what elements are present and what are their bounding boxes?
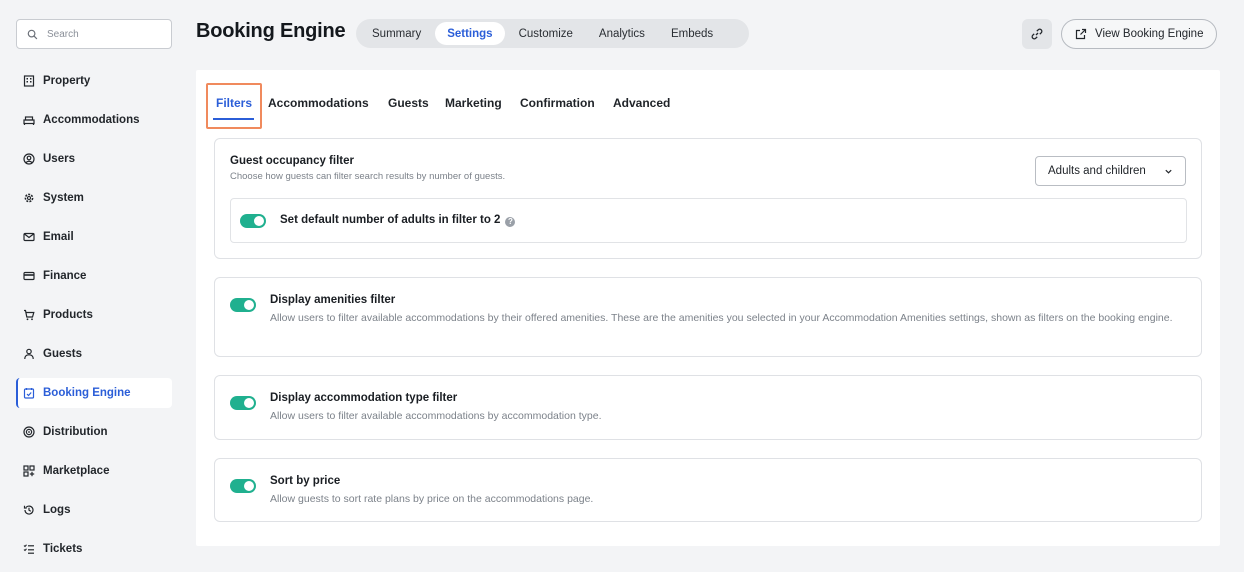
sidebar-item-label: Users <box>43 153 75 165</box>
sidebar-item-label: System <box>43 192 84 204</box>
tab-analytics[interactable]: Analytics <box>587 22 657 45</box>
chevron-down-icon <box>1165 169 1172 174</box>
sidebar-item-accommodations[interactable]: Accommodations <box>16 105 172 135</box>
subtab-accommodations[interactable]: Accommodations <box>268 96 369 110</box>
sidebar-item-property[interactable]: Property <box>16 66 172 96</box>
envelope-icon <box>22 231 35 244</box>
guest-occupancy-title: Guest occupancy filter <box>230 155 354 167</box>
sort-by-price-card: Sort by price Allow guests to sort rate … <box>214 458 1202 522</box>
subtab-confirmation[interactable]: Confirmation <box>520 96 595 110</box>
sidebar-item-distribution[interactable]: Distribution <box>16 417 172 447</box>
sort-by-price-desc: Allow guests to sort rate plans by price… <box>270 493 594 505</box>
sidebar-item-label: Accommodations <box>43 114 140 126</box>
tab-summary[interactable]: Summary <box>360 22 433 45</box>
calendar-check-icon <box>22 387 35 400</box>
occupancy-filter-dropdown[interactable]: Adults and children <box>1035 156 1186 186</box>
sort-by-price-toggle[interactable] <box>230 479 256 493</box>
settings-panel: Filters Accommodations Guests Marketing … <box>196 70 1220 546</box>
tab-customize[interactable]: Customize <box>507 22 585 45</box>
person-icon <box>22 348 35 361</box>
guest-occupancy-desc: Choose how guests can filter search resu… <box>230 171 506 182</box>
history-icon <box>22 504 35 517</box>
external-link-icon <box>1075 28 1087 40</box>
sort-by-price-title: Sort by price <box>270 475 341 487</box>
sidebar-item-system[interactable]: System <box>16 183 172 213</box>
subtab-filters[interactable]: Filters <box>216 96 252 110</box>
user-circle-icon <box>22 153 35 166</box>
sidebar-item-label: Email <box>43 231 74 243</box>
default-adults-toggle[interactable] <box>240 214 266 228</box>
credit-card-icon <box>22 270 35 283</box>
view-booking-engine-button[interactable]: View Booking Engine <box>1061 19 1217 49</box>
radar-icon <box>22 426 35 439</box>
accommodation-type-filter-toggle[interactable] <box>230 396 256 410</box>
sidebar-item-label: Marketplace <box>43 465 110 477</box>
sidebar-item-label: Property <box>43 75 91 87</box>
sidebar-item-label: Tickets <box>43 543 83 555</box>
default-adults-label-row: Set default number of adults in filter t… <box>280 214 516 227</box>
sidebar-item-label: Booking Engine <box>43 387 131 399</box>
tab-settings[interactable]: Settings <box>435 22 505 45</box>
search-input[interactable]: Search <box>16 19 172 49</box>
sidebar-item-logs[interactable]: Logs <box>16 495 172 525</box>
guest-occupancy-card: Guest occupancy filter Choose how guests… <box>214 138 1202 259</box>
active-subtab-underline <box>213 118 254 120</box>
accommodation-type-filter-title: Display accommodation type filter <box>270 392 458 404</box>
sidebar-item-label: Logs <box>43 504 71 516</box>
bed-icon <box>22 114 35 127</box>
copy-link-button[interactable] <box>1022 19 1052 49</box>
accommodation-type-filter-card: Display accommodation type filter Allow … <box>214 375 1202 440</box>
search-icon <box>27 29 38 39</box>
gear-icon <box>22 192 35 205</box>
sidebar-item-label: Finance <box>43 270 87 282</box>
sidebar-item-users[interactable]: Users <box>16 144 172 174</box>
sidebar: Search Property Accommodations Users Sys… <box>0 0 186 572</box>
accommodation-type-filter-desc: Allow users to filter available accommod… <box>270 410 602 422</box>
top-tabs: Summary Settings Customize Analytics Emb… <box>356 19 749 48</box>
sidebar-item-email[interactable]: Email <box>16 222 172 252</box>
subtab-marketing[interactable]: Marketing <box>445 96 502 110</box>
sidebar-item-tickets[interactable]: Tickets <box>16 534 172 564</box>
sidebar-item-label: Guests <box>43 348 82 360</box>
sidebar-item-guests[interactable]: Guests <box>16 339 172 369</box>
settings-subtabs: Filters Accommodations Guests Marketing … <box>196 70 1220 130</box>
subtab-guests[interactable]: Guests <box>388 96 429 110</box>
search-placeholder: Search <box>47 28 79 40</box>
view-booking-engine-label: View Booking Engine <box>1095 28 1204 40</box>
cart-icon <box>22 309 35 322</box>
amenities-filter-desc: Allow users to filter available accommod… <box>270 312 1173 324</box>
grid-plus-icon <box>22 465 35 478</box>
sidebar-item-products[interactable]: Products <box>16 300 172 330</box>
page-title: Booking Engine <box>196 20 346 42</box>
amenities-filter-card: Display amenities filter Allow users to … <box>214 277 1202 357</box>
building-icon <box>22 75 35 88</box>
sidebar-item-label: Products <box>43 309 93 321</box>
occupancy-filter-value: Adults and children <box>1048 165 1146 177</box>
sidebar-item-finance[interactable]: Finance <box>16 261 172 291</box>
default-adults-row: Set default number of adults in filter t… <box>230 198 1187 243</box>
link-icon <box>1031 28 1043 40</box>
checklist-icon <box>22 543 35 556</box>
amenities-filter-title: Display amenities filter <box>270 294 396 306</box>
sidebar-item-marketplace[interactable]: Marketplace <box>16 456 172 486</box>
subtab-advanced[interactable]: Advanced <box>613 96 670 110</box>
sidebar-item-label: Distribution <box>43 426 108 438</box>
amenities-filter-toggle[interactable] <box>230 298 256 312</box>
default-adults-label: Set default number of adults in filter t… <box>280 214 501 226</box>
sidebar-item-booking-engine[interactable]: Booking Engine <box>16 378 172 408</box>
tab-embeds[interactable]: Embeds <box>659 22 725 45</box>
help-icon[interactable]: ? <box>505 216 516 227</box>
